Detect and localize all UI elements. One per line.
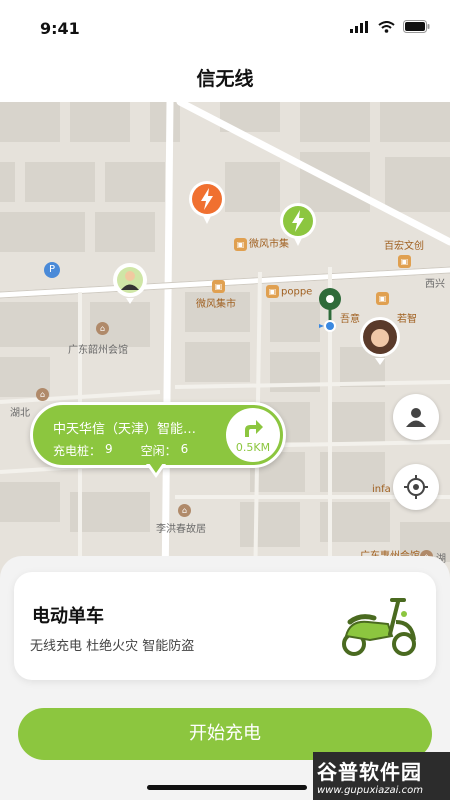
poi-label: ⌂ bbox=[178, 504, 193, 517]
user-profile-button[interactable] bbox=[393, 394, 439, 440]
poi-text: poppe bbox=[281, 286, 313, 298]
shop-icon: ▣ bbox=[266, 285, 279, 298]
location-pin-icon bbox=[319, 288, 341, 332]
poi-label: 西兴 bbox=[425, 275, 445, 290]
poi-text: 李洪春故居 bbox=[156, 524, 206, 535]
poi-text: infa bbox=[372, 484, 391, 495]
landmark-icon: ⌂ bbox=[96, 322, 109, 335]
locate-button[interactable] bbox=[393, 464, 439, 510]
poi-label: infa bbox=[372, 484, 391, 495]
parking-icon: P bbox=[44, 262, 60, 278]
poi-text: 微风集市 bbox=[196, 299, 236, 310]
poi-label: ⌂ bbox=[96, 322, 111, 335]
vehicle-title: 电动单车 bbox=[32, 606, 104, 627]
free-label: 空闲： bbox=[140, 444, 177, 458]
user-avatar-marker[interactable] bbox=[112, 262, 148, 306]
poi-label: ▣ bbox=[398, 255, 413, 268]
battery-icon bbox=[403, 20, 430, 33]
watermark-title: 谷普软件园 bbox=[317, 760, 422, 784]
bubble-tail-inner bbox=[149, 463, 163, 473]
shop-icon: ▣ bbox=[212, 280, 225, 293]
vehicle-features: 无线充电 杜绝火灾 智能防盗 bbox=[30, 639, 195, 654]
home-indicator[interactable] bbox=[147, 785, 307, 790]
pile-label: 充电桩： bbox=[53, 444, 102, 458]
poi-label: ▣ poppe bbox=[266, 285, 312, 298]
landmark-icon: ⌂ bbox=[36, 388, 49, 401]
free-count: 6 bbox=[180, 442, 189, 456]
watermark-url: www.gupuxiazai.com bbox=[317, 785, 423, 796]
poi-text: 广东韶州会馆 bbox=[68, 345, 128, 356]
poi-label: ▣ bbox=[212, 280, 226, 293]
wifi-icon bbox=[378, 20, 395, 33]
pile-count: 9 bbox=[105, 442, 113, 456]
user-icon bbox=[406, 408, 426, 427]
status-icons bbox=[350, 20, 430, 33]
signal-icon bbox=[350, 20, 368, 33]
vehicle-card[interactable]: 电动单车 无线充电 杜绝火灾 智能防盗 bbox=[14, 572, 436, 680]
status-bar: 9:41 bbox=[0, 0, 450, 52]
shop-icon: ▣ bbox=[376, 292, 389, 305]
poi-text: 湖北 bbox=[10, 408, 30, 419]
status-time: 9:41 bbox=[40, 19, 80, 38]
navigate-button[interactable]: 0.5KM bbox=[226, 408, 280, 462]
poi-label: 湖北 bbox=[10, 404, 30, 419]
poi-label: ⌂ bbox=[36, 388, 51, 401]
charging-station-marker[interactable] bbox=[188, 180, 226, 226]
shop-icon: ▣ bbox=[398, 255, 411, 268]
distance-label: 0.5KM bbox=[235, 441, 271, 454]
poi-text: 西兴 bbox=[425, 279, 445, 290]
shop-icon: ▣ bbox=[234, 237, 247, 251]
poi-label: ▣ bbox=[376, 292, 391, 305]
poi-label: 微风集市 bbox=[196, 295, 236, 310]
scooter-icon bbox=[342, 598, 416, 656]
poi-label: 广东韶州会馆 bbox=[68, 341, 128, 356]
map-view[interactable]: ▣ 微风市集 ▣ 微风集市 ▣ poppe 百宏文创 ▣ 西兴 ▣ 吾意 若智 ⌂ … bbox=[0, 102, 450, 592]
locate-icon bbox=[404, 475, 428, 499]
station-name: 中天华信（天津）智能… bbox=[53, 422, 197, 437]
poi-text: 百宏文创 bbox=[384, 241, 424, 252]
parking-letter: P bbox=[48, 264, 56, 275]
poi-label: 百宏文创 bbox=[384, 237, 424, 252]
station-info-bubble[interactable]: 中天华信（天津）智能… 充电桩： 9 空闲： 6 0.5KM bbox=[30, 402, 286, 468]
station-stats: 充电桩： 9 空闲： 6 bbox=[53, 442, 188, 459]
arrow-icon bbox=[245, 420, 263, 437]
user-avatar-marker[interactable] bbox=[359, 316, 401, 366]
charging-station-marker[interactable] bbox=[279, 202, 317, 248]
watermark-logo: 谷普软件园 www.gupuxiazai.com bbox=[313, 752, 450, 800]
poi-label: 李洪春故居 bbox=[156, 520, 206, 535]
landmark-icon: ⌂ bbox=[178, 504, 191, 517]
nav-bar: 信无线 bbox=[0, 52, 450, 102]
page-title: 信无线 bbox=[196, 67, 254, 90]
